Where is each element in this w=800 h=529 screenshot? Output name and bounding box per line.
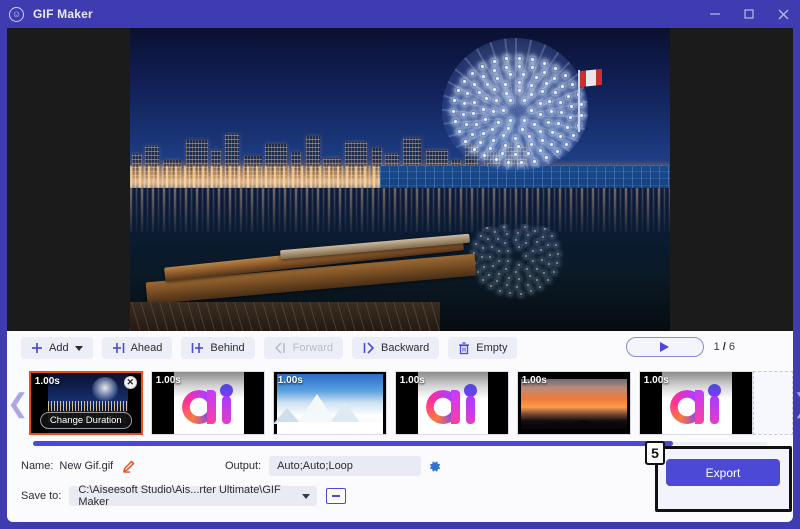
save-label: Save to:: [21, 490, 62, 502]
toolbar-button-behind[interactable]: Behind: [181, 337, 255, 359]
frame-duration-label: 1.00s: [34, 376, 60, 387]
toolbar-button-label: Add: [49, 342, 69, 354]
minimize-icon[interactable]: [698, 0, 732, 28]
playback-controls: 1 / 6: [625, 337, 735, 357]
frame-duration-label: 1.00s: [155, 375, 181, 386]
gif-maker-window: ☺ GIF Maker Add Ahead Behind Forward Bac…: [0, 0, 800, 529]
photo-water-reflections: [130, 188, 670, 232]
thumb-art-ai-logo: [173, 372, 244, 434]
chevron-right-icon[interactable]: ❯: [793, 365, 800, 441]
title-bar: ☺ GIF Maker: [0, 0, 800, 28]
photo-flag: [580, 68, 602, 88]
name-value: New Gif.gif: [59, 460, 114, 472]
thumb-art-ai-logo: [661, 372, 732, 434]
output-value-field[interactable]: Auto;Auto;Loop: [269, 456, 422, 476]
toolbar-button-empty[interactable]: Empty: [448, 337, 518, 359]
frame-counter: 1 / 6: [714, 341, 735, 353]
toolbar-button-label: Backward: [381, 342, 430, 354]
pencil-icon[interactable]: [122, 460, 135, 473]
frame-counter-total: 6: [728, 341, 735, 353]
output-row: Output: Auto;Auto;Loop: [225, 453, 442, 479]
frame-duration-label: 1.00s: [521, 375, 547, 386]
toolbar-button-label: Behind: [210, 342, 245, 354]
app-title: GIF Maker: [33, 7, 93, 21]
move-backward-icon: [362, 342, 375, 354]
export-button[interactable]: Export: [666, 459, 780, 486]
name-label: Name:: [21, 460, 54, 472]
play-icon: [660, 342, 670, 352]
frame-thumbnail[interactable]: 1.00s ✕ Change Duration: [28, 371, 143, 435]
save-path-field[interactable]: C:\Aiseesoft Studio\Ais...rter Ultimate\…: [69, 484, 318, 508]
insert-behind-icon: [191, 342, 204, 354]
move-forward-icon: [274, 342, 287, 354]
frame-thumbnail[interactable]: 1.00s: [516, 371, 631, 435]
trash-icon: [458, 341, 470, 355]
frame-thumbnail[interactable]: 1.00s: [638, 371, 753, 435]
photo-dome: [430, 34, 602, 184]
thumb-art-ai-logo: [417, 372, 488, 434]
frame-thumbnail[interactable]: 1.00s: [150, 371, 265, 435]
plus-icon: [31, 342, 43, 354]
chevron-left-icon[interactable]: ❮: [7, 365, 29, 441]
toolbar-button-add[interactable]: Add: [21, 337, 93, 359]
chevron-down-icon[interactable]: [302, 493, 311, 499]
save-path-value: C:\Aiseesoft Studio\Ais...rter Ultimate\…: [78, 484, 281, 508]
thumb-art-sunset: [520, 379, 627, 429]
toolbar-button-forward: Forward: [263, 337, 343, 359]
frame-placeholder[interactable]: [752, 371, 793, 435]
toolbar-button-label: Forward: [292, 342, 333, 354]
toolbar-button-label: Ahead: [130, 342, 163, 354]
preview-area: [7, 28, 793, 331]
photo-dock: [130, 302, 440, 331]
maximize-icon[interactable]: [732, 0, 766, 28]
folder-icon[interactable]: [326, 488, 347, 504]
frame-duration-label: 1.00s: [643, 375, 669, 386]
insert-ahead-icon: [112, 342, 125, 354]
toolbar-button-backward[interactable]: Backward: [352, 337, 440, 359]
chevron-down-icon[interactable]: [74, 345, 83, 351]
close-icon[interactable]: [766, 0, 800, 28]
toolbar-button-label: Empty: [476, 342, 508, 354]
output-label: Output:: [225, 460, 262, 472]
change-duration-button[interactable]: Change Duration: [39, 412, 132, 429]
frame-counter-sep: /: [722, 341, 726, 353]
callout-number-5: 5: [645, 441, 665, 465]
output-value: Auto;Auto;Loop: [277, 460, 353, 472]
frame-duration-label: 1.00s: [277, 375, 303, 386]
frame-thumbnail[interactable]: 1.00s: [394, 371, 509, 435]
frame-counter-current: 1: [713, 341, 720, 353]
gif-smiley-icon: ☺: [9, 6, 24, 22]
toolbar-button-ahead[interactable]: Ahead: [101, 337, 173, 359]
frame-thumbnails: 1.00s ✕ Change Duration 1.00s 1.00s 1.00s 1.00…: [28, 371, 753, 435]
gear-icon[interactable]: [427, 459, 442, 474]
frame-strip: ❮ 1.00s ✕ Change Duration 1.00s 1.00s 1.00s 1.…: [7, 365, 800, 441]
preview-photo: [130, 28, 670, 331]
frame-duration-label: 1.00s: [399, 375, 425, 386]
frame-thumbnail[interactable]: 1.00s: [272, 371, 387, 435]
close-thumb-icon[interactable]: ✕: [123, 376, 137, 389]
window-controls: [698, 0, 800, 28]
strip-scrollbar-thumb[interactable]: [33, 441, 673, 446]
play-button[interactable]: [625, 337, 704, 357]
